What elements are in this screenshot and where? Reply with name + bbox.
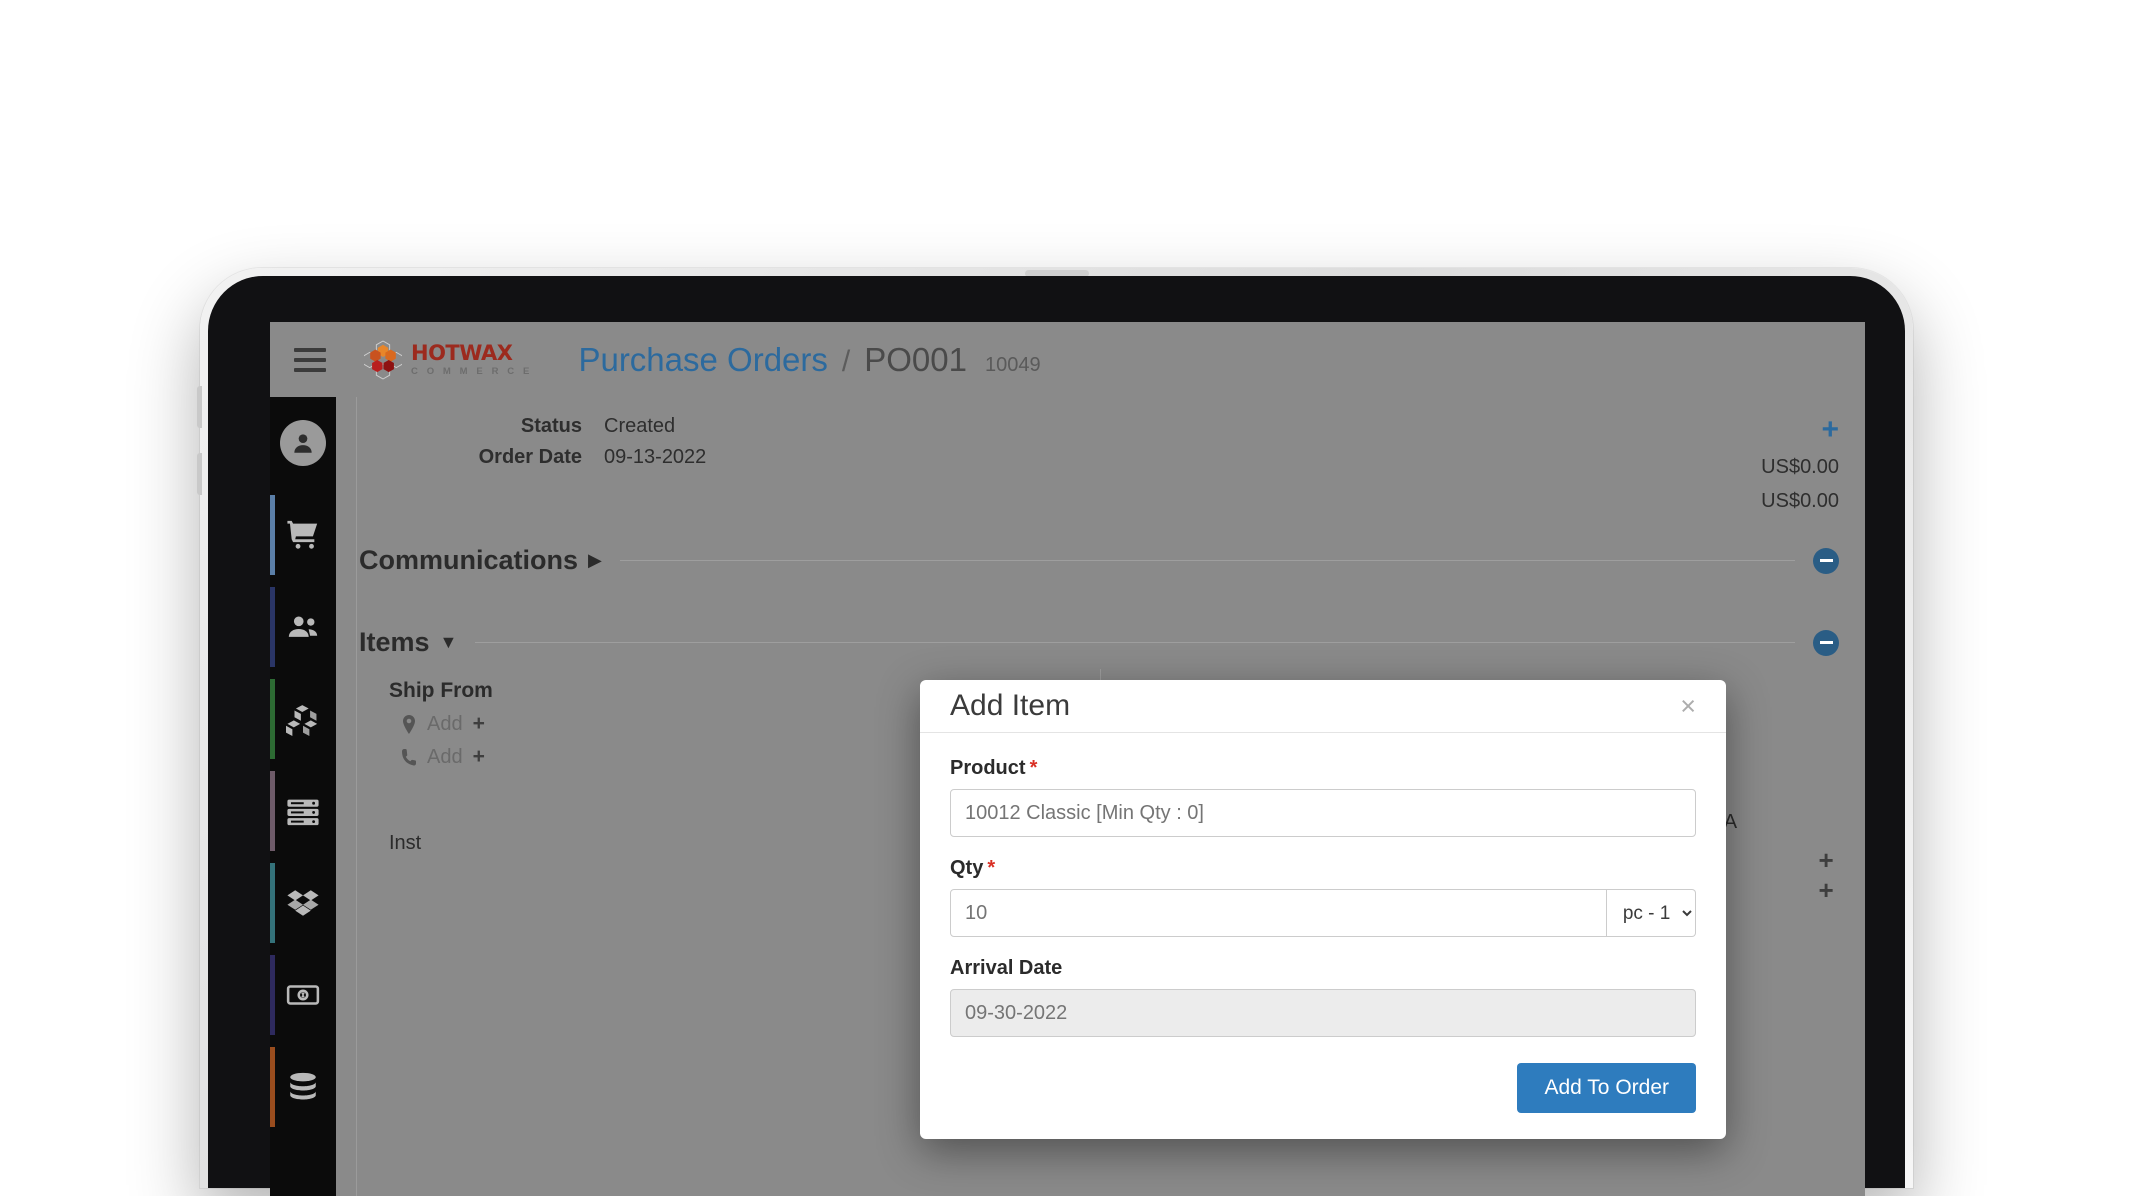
add-to-order-button[interactable]: Add To Order [1517, 1063, 1696, 1113]
modal-title: Add Item [950, 689, 1071, 722]
qty-field-group: Qty* pc - 1 [950, 857, 1696, 937]
required-asterisk: * [987, 857, 996, 879]
close-icon[interactable]: × [1680, 692, 1696, 720]
modal-footer: Add To Order [920, 1057, 1726, 1139]
device-volume-button [197, 386, 202, 428]
product-field-label: Product * [950, 757, 1696, 780]
app-screen: HOTWAX C O M M E R C E Purchase Orders /… [270, 322, 1865, 1196]
uom-select[interactable]: pc - 1 [1606, 889, 1696, 937]
product-field-group: Product * [950, 757, 1696, 837]
arrival-date-input[interactable] [950, 989, 1696, 1037]
product-label-text: Product [950, 757, 1026, 779]
tablet-device-frame: HOTWAX C O M M E R C E Purchase Orders /… [197, 268, 1913, 1196]
arrival-date-field-label: Arrival Date [950, 957, 1063, 979]
device-power-button [197, 453, 202, 495]
qty-field-label: Qty * [950, 857, 1696, 880]
device-bezel: HOTWAX C O M M E R C E Purchase Orders /… [208, 276, 1905, 1196]
modal-header: Add Item × [920, 680, 1726, 733]
qty-input[interactable] [950, 889, 1607, 937]
qty-label-text: Qty [950, 857, 984, 879]
required-asterisk: * [1029, 757, 1038, 779]
arrival-date-field-group: Arrival Date [950, 957, 1696, 1037]
add-item-modal: Add Item × Product* Qty* [920, 680, 1726, 1139]
product-input[interactable] [950, 789, 1696, 837]
modal-body: Product* Qty* pc - 1 [920, 733, 1726, 1057]
